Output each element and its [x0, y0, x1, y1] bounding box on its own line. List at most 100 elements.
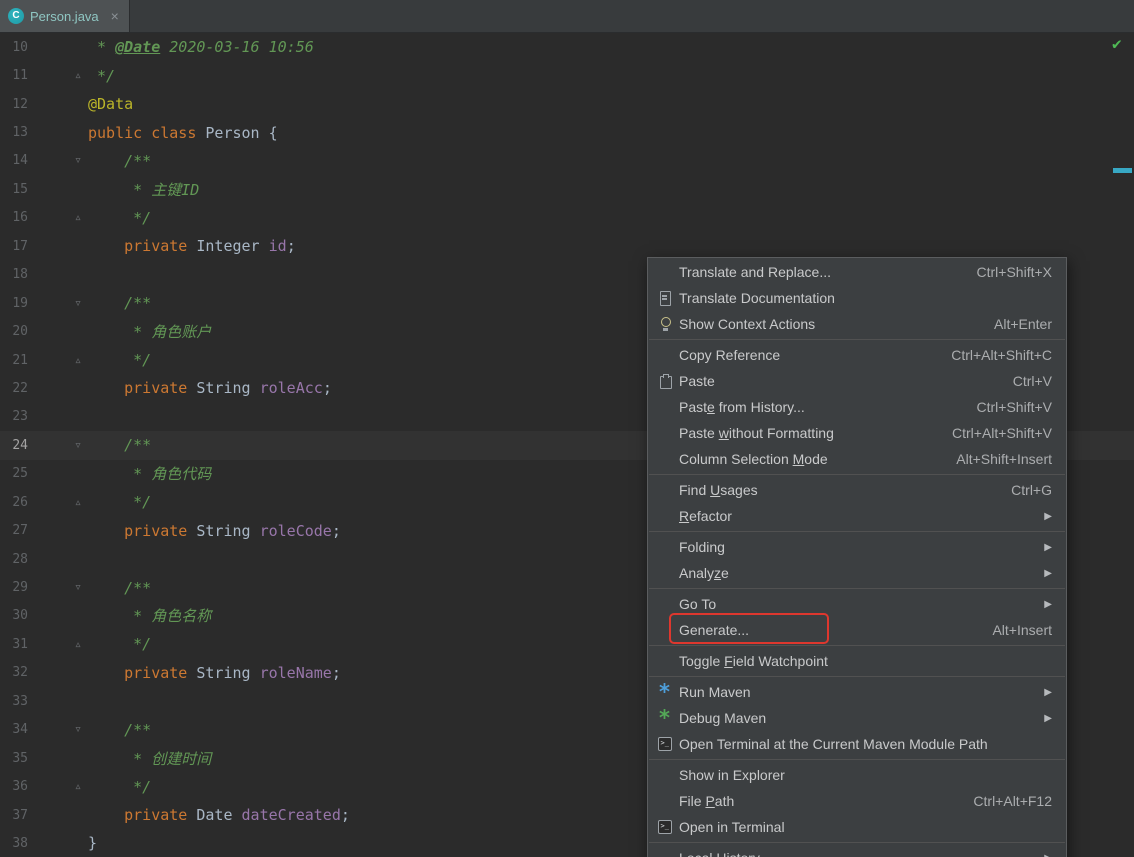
menu-item-label: Paste without Formatting — [679, 425, 834, 441]
fold-end-icon[interactable]: ▵ — [28, 353, 84, 368]
code-line-14[interactable]: 14▿ /** — [0, 147, 1134, 175]
menu-separator — [649, 759, 1065, 760]
fold-start-icon[interactable]: ▿ — [28, 438, 84, 453]
submenu-arrow-icon: ▶ — [1044, 542, 1052, 553]
menu-separator — [649, 474, 1065, 475]
fold-end-icon[interactable]: ▵ — [28, 495, 84, 510]
scrollbar-stripe-mark[interactable] — [1113, 168, 1132, 173]
fold-start-icon[interactable]: ▿ — [28, 153, 84, 168]
fold-end-icon[interactable]: ▵ — [28, 210, 84, 225]
menu-icon-spacer — [656, 398, 674, 416]
menu-item-analyze[interactable]: Analyze▶ — [648, 560, 1066, 586]
menu-item-go-to[interactable]: Go To▶ — [648, 591, 1066, 617]
menu-item-find-usages[interactable]: Find UsagesCtrl+G — [648, 477, 1066, 503]
line-number: 34 — [0, 722, 28, 737]
menu-separator — [649, 842, 1065, 843]
fold-start-icon[interactable]: ▿ — [28, 580, 84, 595]
menu-separator — [649, 588, 1065, 589]
line-number: 36 — [0, 779, 28, 794]
submenu-arrow-icon: ▶ — [1044, 511, 1052, 522]
menu-item-translate-and-replace[interactable]: Translate and Replace...Ctrl+Shift+X — [648, 259, 1066, 285]
menu-item-shortcut: Alt+Shift+Insert — [956, 451, 1052, 467]
line-number: 19 — [0, 296, 28, 311]
menu-item-label: Run Maven — [679, 684, 751, 700]
menu-item-show-in-explorer[interactable]: Show in Explorer — [648, 762, 1066, 788]
terminal-icon — [656, 818, 674, 836]
menu-item-folding[interactable]: Folding▶ — [648, 534, 1066, 560]
menu-item-shortcut: Ctrl+Alt+Shift+C — [951, 347, 1052, 363]
context-menu: Translate and Replace...Ctrl+Shift+X Tran… — [647, 257, 1067, 857]
code-text: /** — [84, 152, 1134, 170]
code-text: * 主键ID — [84, 179, 1134, 200]
code-text: */ — [84, 67, 1134, 85]
menu-item-run-maven[interactable]: Run Maven▶ — [648, 679, 1066, 705]
code-text: @Data — [84, 95, 1134, 113]
menu-icon-spacer — [656, 849, 674, 857]
code-line-10[interactable]: 10 * @Date 2020-03-16 10:56 — [0, 33, 1134, 61]
line-number: 31 — [0, 637, 28, 652]
menu-item-column-selection-mode[interactable]: Column Selection ModeAlt+Shift+Insert — [648, 446, 1066, 472]
code-text: private Integer id; — [84, 237, 1134, 255]
menu-item-paste-from-history[interactable]: Paste from History...Ctrl+Shift+V — [648, 394, 1066, 420]
menu-item-debug-maven[interactable]: Debug Maven▶ — [648, 705, 1066, 731]
menu-icon-spacer — [656, 346, 674, 364]
fold-end-icon[interactable]: ▵ — [28, 68, 84, 83]
tab-person-java[interactable]: C Person.java × — [0, 0, 130, 32]
code-line-12[interactable]: 12 @Data — [0, 90, 1134, 118]
line-number: 12 — [0, 97, 28, 112]
line-number: 38 — [0, 836, 28, 851]
line-number: 23 — [0, 409, 28, 424]
menu-icon-spacer — [656, 564, 674, 582]
line-number: 14 — [0, 153, 28, 168]
editor-tab-bar: C Person.java × — [0, 0, 1134, 33]
fold-start-icon[interactable]: ▿ — [28, 296, 84, 311]
line-number: 17 — [0, 239, 28, 254]
translate-doc-icon — [656, 289, 674, 307]
fold-start-icon[interactable]: ▿ — [28, 722, 84, 737]
menu-item-label: Find Usages — [679, 482, 758, 498]
code-line-13[interactable]: 13public class Person { — [0, 118, 1134, 146]
code-line-11[interactable]: 11▵ */ — [0, 61, 1134, 89]
menu-item-label: Analyze — [679, 565, 729, 581]
menu-item-open-in-terminal[interactable]: Open in Terminal — [648, 814, 1066, 840]
tab-close-icon[interactable]: × — [111, 8, 119, 24]
line-number: 22 — [0, 381, 28, 396]
menu-item-label: Show in Explorer — [679, 767, 785, 783]
menu-item-file-path[interactable]: File PathCtrl+Alt+F12 — [648, 788, 1066, 814]
line-number: 18 — [0, 267, 28, 282]
menu-item-label: Generate... — [679, 622, 749, 638]
line-number: 25 — [0, 466, 28, 481]
code-line-16[interactable]: 16▵ */ — [0, 204, 1134, 232]
terminal-icon — [656, 735, 674, 753]
menu-icon-spacer — [656, 263, 674, 281]
submenu-arrow-icon: ▶ — [1044, 599, 1052, 610]
menu-icon-spacer — [656, 766, 674, 784]
menu-item-refactor[interactable]: Refactor▶ — [648, 503, 1066, 529]
menu-item-shortcut: Alt+Insert — [992, 622, 1052, 638]
menu-item-translate-documentation[interactable]: Translate Documentation — [648, 285, 1066, 311]
inspections-ok-check-icon[interactable]: ✔ — [1112, 34, 1122, 53]
menu-item-show-context-actions[interactable]: Show Context ActionsAlt+Enter — [648, 311, 1066, 337]
menu-item-open-terminal-at-the-current-maven-module-path[interactable]: Open Terminal at the Current Maven Modul… — [648, 731, 1066, 757]
line-number: 26 — [0, 495, 28, 510]
menu-item-local-history[interactable]: Local History▶ — [648, 845, 1066, 857]
line-number: 24 — [0, 438, 28, 453]
menu-separator — [649, 531, 1065, 532]
menu-icon-spacer — [656, 538, 674, 556]
fold-end-icon[interactable]: ▵ — [28, 779, 84, 794]
menu-item-generate[interactable]: Generate... Alt+Insert — [648, 617, 1066, 643]
menu-item-paste-without-formatting[interactable]: Paste without FormattingCtrl+Alt+Shift+V — [648, 420, 1066, 446]
line-number: 27 — [0, 523, 28, 538]
fold-end-icon[interactable]: ▵ — [28, 637, 84, 652]
code-line-15[interactable]: 15 * 主键ID — [0, 175, 1134, 203]
menu-item-label: Local History — [679, 850, 760, 857]
menu-icon-spacer — [656, 424, 674, 442]
menu-item-paste[interactable]: PasteCtrl+V — [648, 368, 1066, 394]
menu-item-label: Translate Documentation — [679, 290, 835, 306]
line-number: 20 — [0, 324, 28, 339]
menu-item-shortcut: Ctrl+Shift+X — [977, 264, 1052, 280]
menu-item-toggle-field-watchpoint[interactable]: Toggle Field Watchpoint — [648, 648, 1066, 674]
menu-icon-spacer — [656, 652, 674, 670]
maven-run-icon — [656, 683, 674, 701]
menu-item-copy-reference[interactable]: Copy ReferenceCtrl+Alt+Shift+C — [648, 342, 1066, 368]
